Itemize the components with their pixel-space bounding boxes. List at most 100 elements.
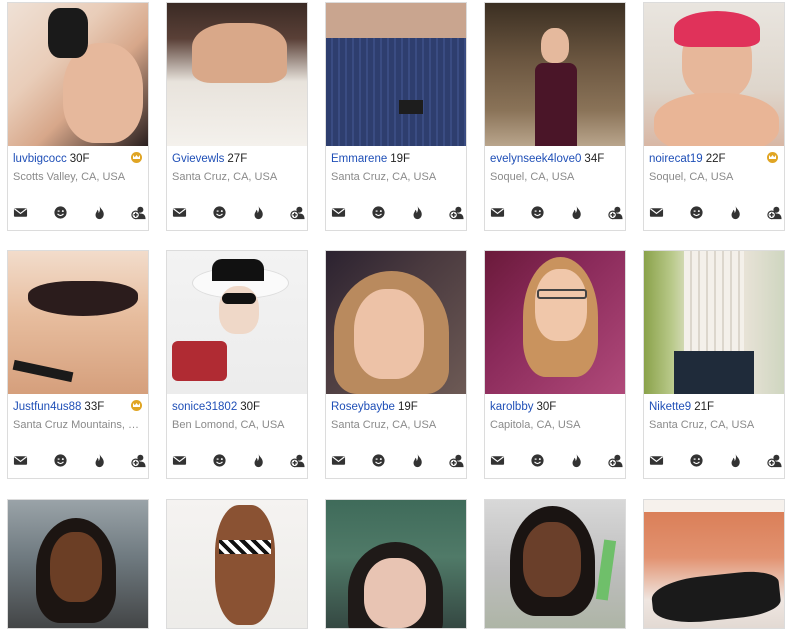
- profile-photo[interactable]: [644, 3, 784, 146]
- flame-icon[interactable]: [92, 205, 107, 220]
- add-friend-icon[interactable]: [131, 205, 146, 220]
- flame-icon[interactable]: [569, 453, 584, 468]
- add-friend-icon[interactable]: [767, 205, 782, 220]
- mail-icon[interactable]: [649, 453, 664, 468]
- username-link[interactable]: evelynseek4love0: [490, 153, 581, 165]
- username-link[interactable]: Gvievewls: [172, 153, 224, 165]
- profile-card[interactable]: [484, 499, 626, 629]
- mail-icon[interactable]: [13, 453, 28, 468]
- age-sex: 19F: [390, 153, 411, 165]
- age-sex: 27F: [227, 153, 248, 165]
- age-sex: 33F: [84, 401, 105, 413]
- wink-icon[interactable]: [689, 205, 704, 220]
- flame-icon[interactable]: [251, 453, 266, 468]
- profile-photo[interactable]: [8, 251, 148, 394]
- wink-icon[interactable]: [212, 453, 227, 468]
- mail-icon[interactable]: [331, 205, 346, 220]
- mail-icon[interactable]: [490, 205, 505, 220]
- profile-photo[interactable]: [8, 3, 148, 146]
- wink-icon[interactable]: [53, 205, 68, 220]
- premium-crown-icon: [131, 400, 142, 411]
- mail-icon[interactable]: [172, 205, 187, 220]
- profile-photo[interactable]: [644, 251, 784, 394]
- add-friend-icon[interactable]: [290, 205, 305, 220]
- profile-card[interactable]: evelynseek4love0 34F Soquel, CA, USA: [484, 2, 626, 231]
- wink-icon[interactable]: [212, 205, 227, 220]
- profile-photo[interactable]: [167, 251, 307, 394]
- profile-photo[interactable]: [485, 3, 625, 146]
- profile-card[interactable]: karolbby 30F Capitola, CA, USA: [484, 250, 626, 479]
- mail-icon[interactable]: [649, 205, 664, 220]
- add-friend-icon[interactable]: [608, 205, 623, 220]
- username-link[interactable]: Justfun4us88: [13, 401, 81, 413]
- location: Santa Cruz, CA, USA: [331, 171, 437, 183]
- mail-icon[interactable]: [490, 453, 505, 468]
- profile-photo[interactable]: [644, 500, 784, 628]
- location: Soquel, CA, USA: [649, 171, 734, 183]
- age-sex: 30F: [69, 153, 90, 165]
- age-sex: 30F: [240, 401, 261, 413]
- wink-icon[interactable]: [53, 453, 68, 468]
- add-friend-icon[interactable]: [449, 205, 464, 220]
- wink-icon[interactable]: [371, 453, 386, 468]
- action-bar: [167, 451, 307, 471]
- location: Ben Lomond, CA, USA: [172, 419, 285, 431]
- mail-icon[interactable]: [13, 205, 28, 220]
- location: Capitola, CA, USA: [490, 419, 581, 431]
- flame-icon[interactable]: [410, 453, 425, 468]
- profile-photo[interactable]: [326, 500, 466, 628]
- profile-card[interactable]: Gvievewls 27F Santa Cruz, CA, USA: [166, 2, 308, 231]
- profile-card[interactable]: [166, 499, 308, 629]
- username-link[interactable]: sonice31802: [172, 401, 237, 413]
- username-link[interactable]: noirecat19: [649, 153, 703, 165]
- profile-photo[interactable]: [167, 3, 307, 146]
- age-sex: 19F: [397, 401, 418, 413]
- wink-icon[interactable]: [530, 453, 545, 468]
- location: Santa Cruz, CA, USA: [649, 419, 755, 431]
- flame-icon[interactable]: [410, 205, 425, 220]
- profile-card[interactable]: sonice31802 30F Ben Lomond, CA, USA: [166, 250, 308, 479]
- action-bar: [8, 203, 148, 223]
- profile-card[interactable]: noirecat19 22F Soquel, CA, USA: [643, 2, 785, 231]
- profile-card[interactable]: [643, 499, 785, 629]
- wink-icon[interactable]: [689, 453, 704, 468]
- profile-card[interactable]: Justfun4us88 33F Santa Cruz Mountains, CA…: [7, 250, 149, 479]
- profile-photo[interactable]: [326, 251, 466, 394]
- profile-grid: luvbigcocc 30F Scotts Valley, CA, USA Gvi…: [0, 0, 800, 629]
- location: Scotts Valley, CA, USA: [13, 171, 126, 183]
- mail-icon[interactable]: [331, 453, 346, 468]
- add-friend-icon[interactable]: [449, 453, 464, 468]
- action-bar: [644, 451, 784, 471]
- flame-icon[interactable]: [92, 453, 107, 468]
- location: Santa Cruz Mountains, CA...: [13, 419, 144, 431]
- username-link[interactable]: Roseybaybe: [331, 401, 395, 413]
- profile-photo[interactable]: [167, 500, 307, 628]
- profile-card[interactable]: [325, 499, 467, 629]
- flame-icon[interactable]: [251, 205, 266, 220]
- add-friend-icon[interactable]: [290, 453, 305, 468]
- flame-icon[interactable]: [728, 205, 743, 220]
- profile-photo[interactable]: [485, 500, 625, 628]
- flame-icon[interactable]: [728, 453, 743, 468]
- profile-photo[interactable]: [326, 3, 466, 146]
- username-link[interactable]: karolbby: [490, 401, 533, 413]
- add-friend-icon[interactable]: [608, 453, 623, 468]
- add-friend-icon[interactable]: [131, 453, 146, 468]
- premium-crown-icon: [767, 152, 778, 163]
- wink-icon[interactable]: [371, 205, 386, 220]
- username-link[interactable]: Emmarene: [331, 153, 387, 165]
- profile-card[interactable]: luvbigcocc 30F Scotts Valley, CA, USA: [7, 2, 149, 231]
- profile-card[interactable]: [7, 499, 149, 629]
- profile-photo[interactable]: [8, 500, 148, 628]
- profile-photo[interactable]: [485, 251, 625, 394]
- action-bar: [485, 203, 625, 223]
- profile-card[interactable]: Emmarene 19F Santa Cruz, CA, USA: [325, 2, 467, 231]
- profile-card[interactable]: Nikette9 21F Santa Cruz, CA, USA: [643, 250, 785, 479]
- username-link[interactable]: Nikette9: [649, 401, 691, 413]
- profile-card[interactable]: Roseybaybe 19F Santa Cruz, CA, USA: [325, 250, 467, 479]
- wink-icon[interactable]: [530, 205, 545, 220]
- mail-icon[interactable]: [172, 453, 187, 468]
- username-link[interactable]: luvbigcocc: [13, 153, 67, 165]
- flame-icon[interactable]: [569, 205, 584, 220]
- add-friend-icon[interactable]: [767, 453, 782, 468]
